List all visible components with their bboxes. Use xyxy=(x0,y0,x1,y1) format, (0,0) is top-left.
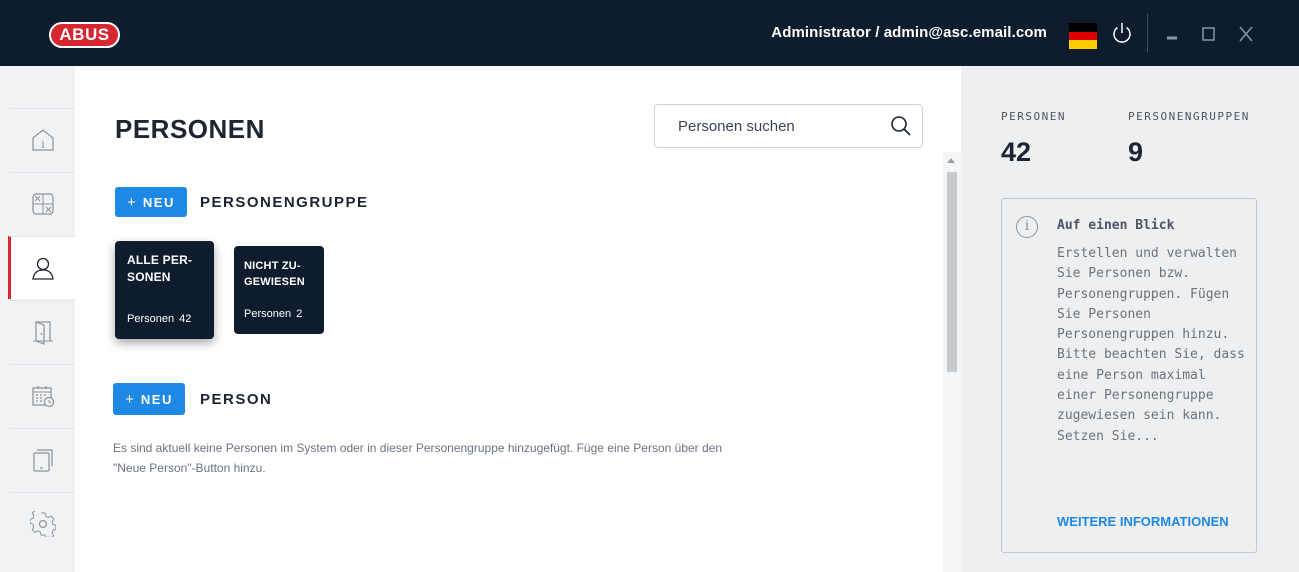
new-group-button[interactable]: + NEU xyxy=(115,187,187,217)
search-box[interactable] xyxy=(654,104,923,148)
group-name: ALLE PER- SONEN xyxy=(127,253,193,284)
minimize-icon[interactable] xyxy=(1163,24,1183,44)
info-box: i Auf einen Blick Erstellen und verwalte… xyxy=(1001,198,1257,553)
info-title: Auf einen Blick xyxy=(1057,218,1175,233)
more-info-link[interactable]: WEITERE INFORMATIONEN xyxy=(1057,514,1229,529)
section-label-person: PERSON xyxy=(200,391,273,408)
stat-persons-value: 42 xyxy=(1001,137,1032,167)
sidebar-item-schedules[interactable] xyxy=(10,364,75,427)
page-title: PERSONEN xyxy=(115,114,265,144)
sidebar-item-info[interactable]: i xyxy=(10,108,75,171)
power-icon[interactable] xyxy=(1110,20,1134,46)
group-name: NICHT ZU- GEWIESEN xyxy=(244,260,305,288)
new-group-label: NEU xyxy=(142,194,175,210)
sidebar-item-persons[interactable] xyxy=(8,236,75,299)
svg-text:i: i xyxy=(41,138,45,151)
sidebar: i xyxy=(0,66,75,572)
new-person-button[interactable]: + NEU xyxy=(113,383,185,415)
door-icon xyxy=(32,321,53,345)
calendar-icon xyxy=(31,386,54,408)
access-matrix-icon xyxy=(31,193,54,215)
group-count: Personen 2 xyxy=(244,308,303,320)
search-icon[interactable] xyxy=(890,115,912,137)
sidebar-item-doors[interactable] xyxy=(10,300,75,363)
close-icon[interactable] xyxy=(1236,24,1256,44)
section-label-person-group: PERSONENGRUPPE xyxy=(200,194,369,211)
person-icon xyxy=(32,257,54,280)
search-input[interactable] xyxy=(656,106,881,146)
empty-state-message: Es sind aktuell keine Personen im System… xyxy=(113,441,723,475)
plus-icon: + xyxy=(125,390,134,408)
sidebar-item-devices[interactable] xyxy=(10,428,75,491)
stat-persons-label: PERSONEN xyxy=(1001,110,1066,123)
device-icon xyxy=(32,449,53,472)
info-icon: i xyxy=(31,129,54,151)
scrollbar-thumb[interactable] xyxy=(947,172,957,372)
stat-groups-label: PERSONENGRUPPEN xyxy=(1128,110,1250,123)
plus-icon: + xyxy=(127,193,136,211)
stat-groups-value: 9 xyxy=(1128,137,1144,167)
header-divider xyxy=(1147,14,1148,52)
group-card-unassigned[interactable]: NICHT ZU- GEWIESEN Personen 2 xyxy=(234,246,324,334)
sidebar-item-access-matrix[interactable] xyxy=(10,172,75,235)
maximize-icon[interactable] xyxy=(1199,24,1219,44)
info-text: Erstellen und verwalten Sie Personen bzw… xyxy=(1057,246,1245,444)
info-circle-icon: i xyxy=(1016,216,1038,238)
scrollbar[interactable] xyxy=(943,152,961,572)
main-content: PERSONEN + NEU PERSONENGRUPPE ALLE PER-S… xyxy=(75,66,943,572)
gear-icon xyxy=(29,511,56,537)
group-card-all-persons[interactable]: ALLE PER- SONEN Personen 42 xyxy=(115,241,214,339)
right-panel: PERSONEN 42 PERSONENGRUPPEN 9 i Auf eine… xyxy=(961,66,1299,572)
scroll-up-arrow-icon[interactable] xyxy=(947,158,955,163)
sidebar-item-settings[interactable] xyxy=(10,492,75,555)
top-bar: ABUS Administrator / admin@asc.email.com xyxy=(0,0,1299,66)
user-account-label[interactable]: Administrator / admin@asc.email.com xyxy=(771,24,1047,41)
new-person-label: NEU xyxy=(140,391,173,407)
group-count: Personen 42 xyxy=(127,313,192,325)
abus-logo: ABUS xyxy=(49,22,120,48)
german-flag-icon[interactable] xyxy=(1069,23,1097,49)
